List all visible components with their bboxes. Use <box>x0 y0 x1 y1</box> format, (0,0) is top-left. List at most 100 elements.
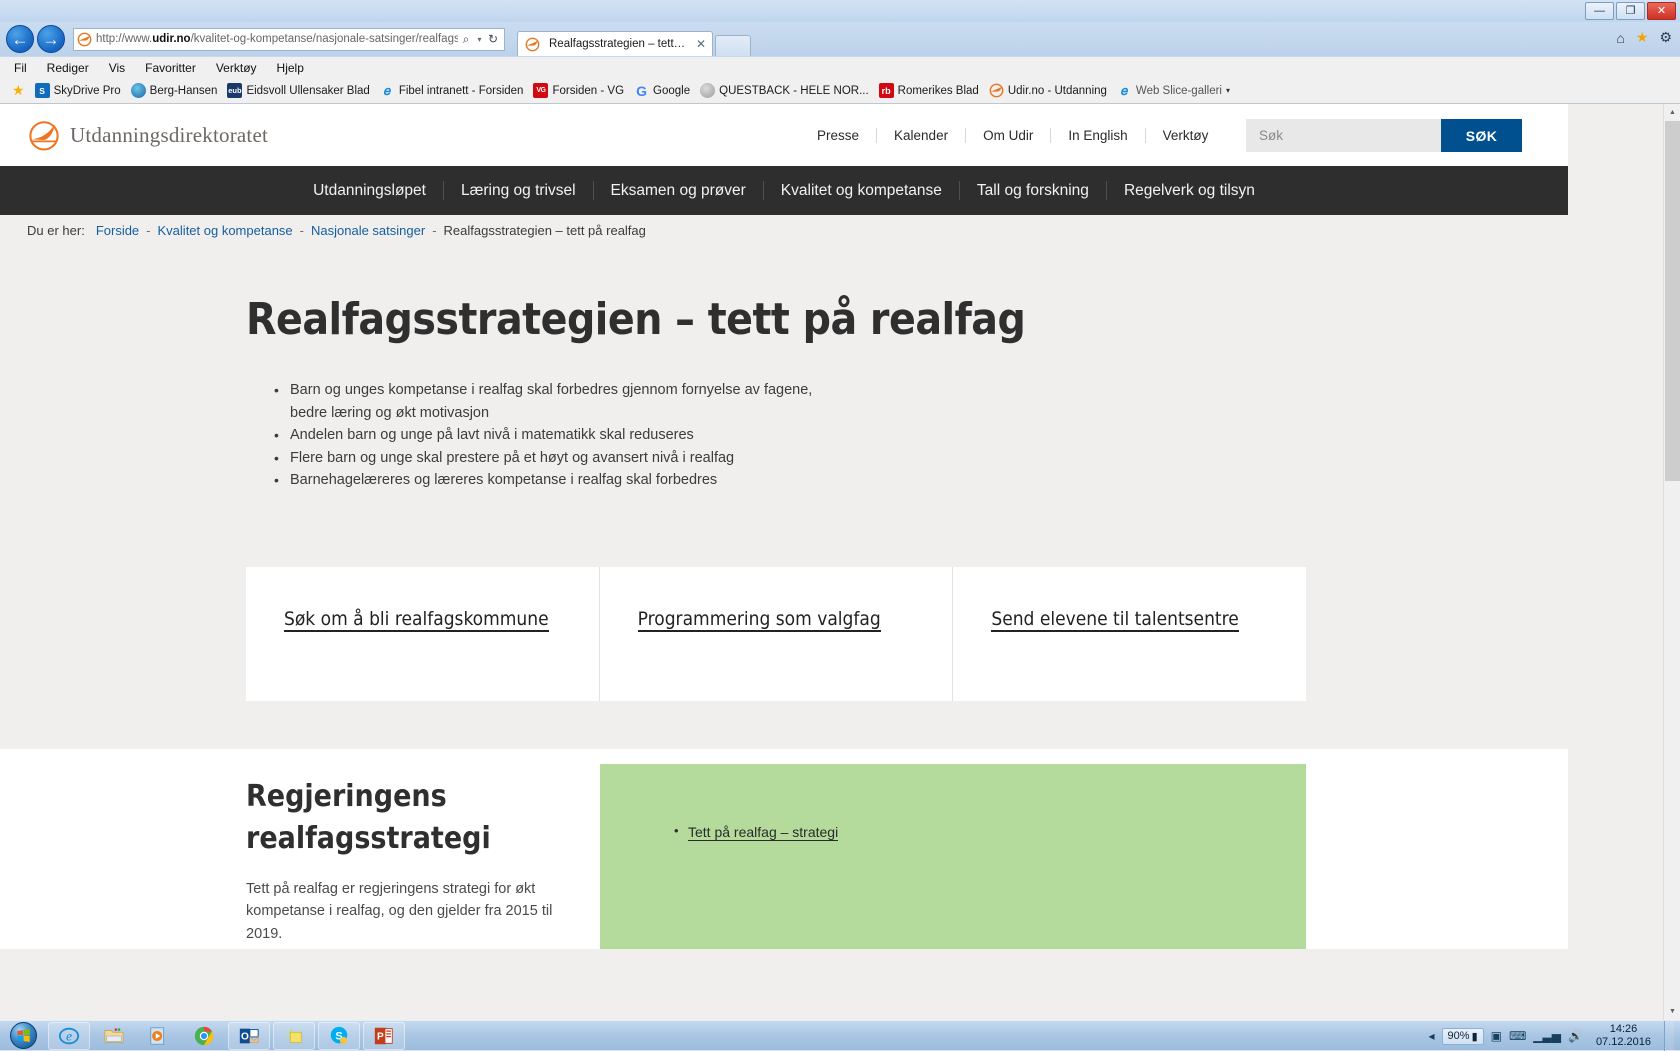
taskbar-google-chrome[interactable] <box>183 1022 225 1050</box>
menu-item-vis[interactable]: Vis <box>109 61 125 75</box>
favorite-label: QUESTBACK - HELE NOR... <box>719 85 869 97</box>
tab-close-icon[interactable]: ✕ <box>696 37 706 51</box>
network-icon[interactable]: ▁▃▅ <box>1533 1029 1561 1043</box>
favorite-fibel-intranett[interactable]: 𝑒 Fibel intranett - Forsiden <box>380 83 524 98</box>
title-bar: — ❐ ✕ <box>0 0 1680 22</box>
site-logo[interactable]: Utdanningsdirektoratet <box>27 118 268 152</box>
taskbar-powerpoint[interactable]: P <box>363 1022 405 1050</box>
chevron-down-icon[interactable]: ▾ <box>1226 86 1230 95</box>
scroll-down-arrow[interactable]: ▼ <box>1664 1003 1680 1020</box>
taskbar-outlook[interactable]: O <box>228 1022 270 1050</box>
new-tab-button[interactable] <box>715 35 751 56</box>
favorite-label: Fibel intranett - Forsiden <box>399 85 524 97</box>
chevron-down-icon[interactable]: ▾ <box>474 35 485 44</box>
favorite-romerikes-blad[interactable]: rb Romerikes Blad <box>879 83 979 98</box>
address-bar[interactable]: http://www.udir.no/kvalitet-og-kompetans… <box>73 28 505 51</box>
start-button[interactable] <box>2 1022 44 1050</box>
list-item: Barnehagelæreres og læreres kompetanse i… <box>272 469 832 492</box>
search-icon[interactable]: ⌕ <box>458 32 474 47</box>
green-link[interactable]: Tett på realfag – strategi <box>688 824 838 841</box>
favorite-berg-hansen[interactable]: Berg-Hansen <box>131 83 218 98</box>
favorite-label: Eidsvoll Ullensaker Blad <box>246 85 369 97</box>
card-link[interactable]: Søk om å bli realfagskommune <box>284 608 549 632</box>
favorite-udir-utdanning[interactable]: Udir.no - Utdanning <box>989 83 1107 98</box>
forward-button[interactable]: → <box>37 25 65 53</box>
internet-explorer-icon: 𝑒 <box>380 83 395 98</box>
mainnav-eksamen-og-prover[interactable]: Eksamen og prøver <box>594 181 764 200</box>
favorite-eidsvoll-ullensaker-blad[interactable]: eub Eidsvoll Ullensaker Blad <box>227 83 369 98</box>
card-talentsentre[interactable]: Send elevene til talentsentre <box>953 567 1306 701</box>
taskbar-file-explorer[interactable] <box>93 1022 135 1050</box>
card-programmering-valgfag[interactable]: Programmering som valgfag <box>600 567 954 701</box>
favorite-questback[interactable]: QUESTBACK - HELE NOR... <box>700 83 869 98</box>
sticky-notes-icon <box>283 1025 305 1047</box>
topnav-kalender[interactable]: Kalender <box>877 128 966 143</box>
vertical-scrollbar[interactable]: ▲ ▼ <box>1663 104 1680 1020</box>
mainnav-tall-og-forskning[interactable]: Tall og forskning <box>960 181 1107 200</box>
search-input[interactable] <box>1246 119 1441 152</box>
battery-indicator[interactable]: 90% ▮ <box>1442 1028 1484 1045</box>
card-link[interactable]: Programmering som valgfag <box>638 608 881 632</box>
chrome-icon <box>193 1025 215 1047</box>
topnav-om-udir[interactable]: Om Udir <box>966 128 1051 143</box>
mainnav-laering-og-trivsel[interactable]: Læring og trivsel <box>444 181 594 200</box>
add-favorite-icon[interactable]: ★ <box>12 82 25 99</box>
menu-bar: Fil Rediger Vis Favoritter Verktøy Hjelp <box>0 56 1680 78</box>
maximize-button[interactable]: ❐ <box>1616 2 1645 20</box>
menu-item-verktoy[interactable]: Verktøy <box>216 61 257 75</box>
show-desktop-button[interactable] <box>1664 1021 1674 1051</box>
favorites-icon[interactable]: ★ <box>1636 29 1649 46</box>
menu-item-fil[interactable]: Fil <box>14 61 27 75</box>
breadcrumb-item-forside[interactable]: Forside <box>96 223 139 238</box>
browser-window: — ❐ ✕ ← → http://www.udir.no/kvalitet-og… <box>0 0 1680 1020</box>
topnav-verktoy[interactable]: Verktøy <box>1146 128 1226 143</box>
keyboard-language-icon[interactable]: ⌨ <box>1509 1029 1526 1043</box>
refresh-icon[interactable]: ↻ <box>485 32 501 46</box>
home-icon[interactable]: ⌂ <box>1616 30 1624 46</box>
scroll-up-arrow[interactable]: ▲ <box>1664 104 1680 121</box>
strategy-section: Regjeringens realfagsstrategi Tett på re… <box>0 749 1568 949</box>
favorites-bar: ★ S SkyDrive Pro Berg-Hansen eub Eidsvol… <box>0 78 1680 104</box>
powerpoint-icon: P <box>373 1025 395 1047</box>
search-button[interactable]: SØK <box>1441 119 1522 152</box>
tab-realfagsstrategien[interactable]: Realfagsstrategien – tett på... ✕ <box>517 31 713 56</box>
udir-icon <box>989 83 1004 98</box>
minimize-button[interactable]: — <box>1585 2 1614 20</box>
breadcrumb-item-nasjonale-satsinger[interactable]: Nasjonale satsinger <box>311 223 425 238</box>
favorite-skydrive-pro[interactable]: S SkyDrive Pro <box>35 83 121 98</box>
taskbar-internet-explorer[interactable]: e <box>48 1022 90 1050</box>
menu-item-hjelp[interactable]: Hjelp <box>277 61 304 75</box>
berg-hansen-icon <box>131 83 146 98</box>
green-link-list: Tett på realfag – strategi <box>600 824 1306 842</box>
list-item: Tett på realfag – strategi <box>674 824 1306 842</box>
close-button[interactable]: ✕ <box>1647 2 1676 20</box>
favorite-web-slice-galleri[interactable]: 𝑒 Web Slice-galleri ▾ <box>1117 83 1230 98</box>
breadcrumb-item-kvalitet-og-kompetanse[interactable]: Kvalitet og kompetanse <box>158 223 293 238</box>
favorite-google[interactable]: G Google <box>634 83 690 98</box>
card-realfagskommune[interactable]: Søk om å bli realfagskommune <box>246 567 600 701</box>
scrollbar-thumb[interactable] <box>1665 121 1680 481</box>
taskbar-media-player[interactable] <box>138 1022 180 1050</box>
action-center-icon[interactable]: ▣ <box>1491 1029 1502 1043</box>
mainnav-utdanningslopet[interactable]: Utdanningsløpet <box>296 181 444 200</box>
strategy-title: Regjeringens realfagsstrategi <box>246 776 576 860</box>
topnav-presse[interactable]: Presse <box>800 128 877 143</box>
mainnav-regelverk-og-tilsyn[interactable]: Regelverk og tilsyn <box>1107 181 1272 200</box>
udir-logo-icon <box>27 118 61 152</box>
strategy-text-column: Regjeringens realfagsstrategi Tett på re… <box>246 776 576 946</box>
favorite-forsiden-vg[interactable]: VG Forsiden - VG <box>533 83 624 98</box>
mainnav-kvalitet-og-kompetanse[interactable]: Kvalitet og kompetanse <box>764 181 960 200</box>
settings-gear-icon[interactable]: ⚙ <box>1659 29 1672 46</box>
volume-icon[interactable]: 🔊 <box>1568 1029 1583 1043</box>
breadcrumb: Du er her: Forside - Kvalitet og kompeta… <box>0 215 1568 246</box>
back-button[interactable]: ← <box>6 25 34 53</box>
card-link[interactable]: Send elevene til talentsentre <box>991 608 1238 632</box>
show-hidden-icons-arrow[interactable]: ◂ <box>1429 1029 1435 1043</box>
menu-item-favoritter[interactable]: Favoritter <box>145 61 196 75</box>
taskbar-skype[interactable]: S <box>318 1022 360 1050</box>
topnav-in-english[interactable]: In English <box>1051 128 1145 143</box>
tab-strip: Realfagsstrategien – tett på... ✕ <box>517 22 751 56</box>
clock[interactable]: 14:26 07.12.2016 <box>1590 1023 1657 1049</box>
taskbar-sticky-notes[interactable] <box>273 1022 315 1050</box>
menu-item-rediger[interactable]: Rediger <box>47 61 89 75</box>
